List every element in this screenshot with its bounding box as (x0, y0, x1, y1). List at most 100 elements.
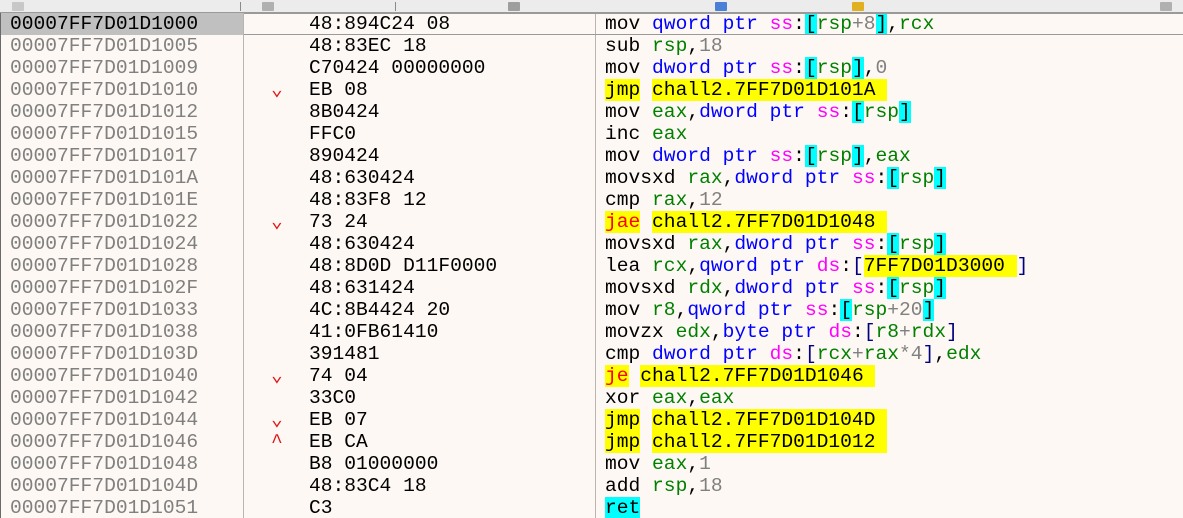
address-cell: 00007FF7D01D1046 (10, 431, 199, 453)
asm-token: : (875, 233, 888, 255)
disasm-row[interactable]: 00007FF7D01D1017 890424 mov dword ptr ss:[… (1, 145, 1183, 167)
asm-token: + (899, 321, 911, 343)
disassembly-view[interactable]: 00007FF7D01D1000 48:894C24 08 mov qword pt… (0, 13, 1183, 518)
disasm-row[interactable]: 00007FF7D01D101E 48:83F8 12 cmp rax,12 (1, 189, 1183, 211)
disasm-row[interactable]: 00007FF7D01D1038 41:0FB61410 movzx edx,byt… (1, 321, 1183, 343)
bytes-cell: C3 (309, 497, 333, 518)
disasm-row[interactable]: 00007FF7D01D1048 B8 01000000 mov eax,1 (1, 453, 1183, 475)
disasm-row[interactable]: 00007FF7D01D1015 FFC0 inc eax (1, 123, 1183, 145)
asm-token: , (710, 321, 723, 343)
asm-token: , (687, 453, 700, 475)
asm-token: jmp (605, 431, 641, 453)
asm-token: chall2.7FF7D01D101A (652, 79, 888, 101)
address-cell: 00007FF7D01D1024 (10, 233, 199, 255)
jump-down-arrow-icon: ⌄ (271, 365, 283, 387)
bytes-cell: EB 08 (309, 79, 368, 101)
asm-token: ss (804, 299, 829, 321)
asm-token: eax (652, 387, 688, 409)
address-cell: 00007FF7D01D101A (10, 167, 199, 189)
asm-token: ds (816, 255, 841, 277)
disasm-row[interactable]: 00007FF7D01D1046 ^ EB CA jmp chall2.7FF7D01… (1, 431, 1183, 453)
instruction-cell: jmp chall2.7FF7D01D104D (605, 409, 888, 431)
asm-token: rax (863, 343, 900, 365)
bytes-cell: EB 07 (309, 409, 368, 431)
instruction-cell: inc eax (605, 123, 687, 145)
tool-icon-6[interactable] (1160, 2, 1172, 11)
asm-token: : (875, 167, 888, 189)
disasm-row[interactable]: 00007FF7D01D104D 48:83C4 18 add rsp,18 (1, 475, 1183, 497)
asm-token: 18 (699, 475, 723, 497)
tool-icon-4[interactable] (715, 2, 727, 11)
address-cell: 00007FF7D01D1044 (10, 409, 199, 431)
asm-token: , (863, 145, 876, 167)
bytes-cell: C70424 00000000 (309, 57, 486, 79)
asm-token (640, 79, 652, 101)
bytes-cell: 48:83F8 12 (309, 189, 427, 211)
instruction-cell: ret (605, 497, 641, 518)
address-cell: 00007FF7D01D1000 (1, 13, 243, 35)
asm-token: movsxd (605, 277, 688, 299)
disasm-row[interactable]: 00007FF7D01D1022 ⌄ 73 24 jae chall2.7FF7D01… (1, 211, 1183, 233)
tool-icon-3[interactable] (508, 2, 520, 11)
asm-token: mov (605, 57, 653, 79)
asm-token: [ (804, 13, 817, 35)
instruction-cell: mov dword ptr ss:[rsp],0 (605, 57, 887, 79)
address-cell: 00007FF7D01D1042 (10, 387, 199, 409)
asm-token: [ (887, 277, 900, 299)
disasm-row[interactable]: 00007FF7D01D1028 48:8D0D D11F0000 lea rcx,… (1, 255, 1183, 277)
disasm-row[interactable]: 00007FF7D01D1051 C3 ret (1, 497, 1183, 518)
bytes-cell: 73 24 (309, 211, 368, 233)
asm-token: rcx (899, 13, 935, 35)
disasm-row[interactable]: 00007FF7D01D1024 48:630424 movsxd rax,dwor… (1, 233, 1183, 255)
asm-token: rsp (863, 101, 900, 123)
disasm-row[interactable]: 00007FF7D01D1040 ⌄ 74 04 je chall2.7FF7D01D… (1, 365, 1183, 387)
address-cell: 00007FF7D01D1040 (10, 365, 199, 387)
address-cell: 00007FF7D01D101E (10, 189, 199, 211)
tool-icon-5[interactable] (852, 2, 864, 11)
bytes-cell: 33C0 (309, 387, 357, 409)
disasm-row[interactable]: 00007FF7D01D1033 4C:8B4424 20 mov r8,qword… (1, 299, 1183, 321)
asm-token: rax (687, 233, 723, 255)
address-cell: 00007FF7D01D102F (10, 277, 199, 299)
disasm-row[interactable]: 00007FF7D01D1009 C70424 00000000 mov dword… (1, 57, 1183, 79)
disasm-row[interactable]: 00007FF7D01D1042 33C0 xor eax,eax (1, 387, 1183, 409)
address-cell: 00007FF7D01D1022 (10, 211, 199, 233)
asm-token: rcx (652, 255, 688, 277)
address-cell: 00007FF7D01D1012 (10, 101, 199, 123)
disasm-row[interactable]: 00007FF7D01D103D 391481 cmp dword ptr ds:[… (1, 343, 1183, 365)
asm-token: eax (652, 453, 688, 475)
address-cell: 00007FF7D01D1038 (10, 321, 199, 343)
disasm-row[interactable]: 00007FF7D01D1012 8B0424 mov eax,dword ptr … (1, 101, 1183, 123)
instruction-cell: mov dword ptr ss:[rsp],eax (605, 145, 911, 167)
asm-token: 0 (875, 57, 888, 79)
disasm-row[interactable]: 00007FF7D01D1010 ⌄ EB 08 jmp chall2.7FF7D01… (1, 79, 1183, 101)
instruction-cell: mov eax,1 (605, 453, 711, 475)
disasm-row[interactable]: 00007FF7D01D1000 48:894C24 08 mov qword pt… (1, 13, 1183, 35)
asm-token: edx (946, 343, 982, 365)
asm-token: ss (851, 233, 876, 255)
instruction-cell: movsxd rax,dword ptr ss:[rsp] (605, 167, 947, 189)
asm-token: ss (769, 145, 794, 167)
asm-token: , (934, 343, 947, 365)
asm-token: + (851, 343, 864, 365)
disasm-row[interactable]: 00007FF7D01D1005 48:83EC 18 sub rsp,18 (1, 35, 1183, 57)
asm-token: 18 (699, 35, 723, 57)
bytes-cell: 48:631424 (309, 277, 415, 299)
tool-icon-2[interactable] (262, 2, 274, 11)
asm-token (629, 365, 641, 387)
asm-token (640, 431, 652, 453)
tool-icon-1[interactable] (12, 2, 24, 11)
asm-token: chall2.7FF7D01D1012 (652, 431, 888, 453)
disasm-row[interactable]: 00007FF7D01D102F 48:631424 movsxd rdx,dwor… (1, 277, 1183, 299)
asm-token: ] (922, 299, 935, 321)
asm-token: , (863, 57, 876, 79)
disasm-row[interactable]: 00007FF7D01D101A 48:630424 movsxd rax,dwor… (1, 167, 1183, 189)
asm-token: rsp (899, 233, 935, 255)
address-cell: 00007FF7D01D103D (10, 343, 199, 365)
bytes-cell: 48:894C24 08 (309, 13, 451, 35)
asm-token: , (687, 475, 700, 497)
jump-down-arrow-icon: ⌄ (271, 211, 283, 233)
instruction-cell: mov r8,qword ptr ss:[rsp+20] (605, 299, 935, 321)
bytes-cell: 8B0424 (309, 101, 380, 123)
disasm-row[interactable]: 00007FF7D01D1044 ⌄ EB 07 jmp chall2.7FF7D01… (1, 409, 1183, 431)
